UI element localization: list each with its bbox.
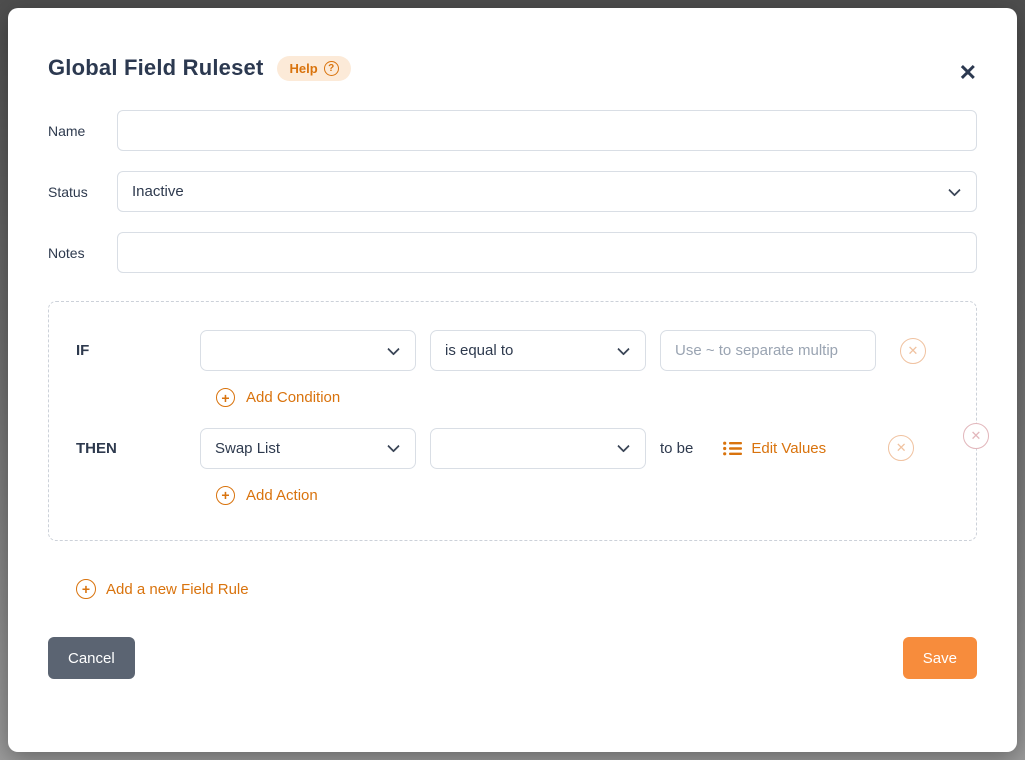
then-label: THEN bbox=[76, 440, 200, 457]
add-field-rule-label: Add a new Field Rule bbox=[106, 581, 249, 598]
dialog-footer: Cancel Save bbox=[48, 637, 977, 679]
add-action-label: Add Action bbox=[246, 487, 318, 504]
status-select[interactable]: Inactive bbox=[117, 171, 977, 212]
edit-values-button[interactable]: Edit Values bbox=[723, 440, 826, 457]
remove-action-icon[interactable]: ✕ bbox=[888, 435, 914, 461]
close-icon[interactable]: ✕ bbox=[959, 62, 977, 84]
action-type-value: Swap List bbox=[215, 440, 280, 457]
if-label: IF bbox=[76, 342, 200, 359]
help-button[interactable]: Help ? bbox=[277, 56, 350, 81]
cancel-button[interactable]: Cancel bbox=[48, 637, 135, 679]
condition-operator-select[interactable]: is equal to bbox=[430, 330, 646, 371]
circle-plus-icon: + bbox=[216, 486, 235, 505]
name-input[interactable] bbox=[117, 110, 977, 151]
chevron-down-icon bbox=[617, 440, 630, 453]
name-label: Name bbox=[48, 123, 117, 139]
then-row: THEN Swap List to be Edit Values bbox=[49, 428, 976, 469]
action-type-select[interactable]: Swap List bbox=[200, 428, 416, 469]
add-field-rule-button[interactable]: + Add a new Field Rule bbox=[76, 579, 249, 599]
chevron-down-icon bbox=[948, 183, 961, 196]
notes-label: Notes bbox=[48, 245, 117, 261]
chevron-down-icon bbox=[387, 440, 400, 453]
notes-row: Notes bbox=[48, 232, 977, 273]
action-target-select[interactable] bbox=[430, 428, 646, 469]
edit-values-label: Edit Values bbox=[751, 440, 826, 457]
to-be-label: to be bbox=[660, 440, 693, 457]
condition-field-select[interactable] bbox=[200, 330, 416, 371]
condition-value-input[interactable] bbox=[660, 330, 876, 371]
page-title: Global Field Ruleset bbox=[48, 55, 263, 81]
help-question-icon: ? bbox=[324, 61, 339, 76]
status-row: Status Inactive bbox=[48, 171, 977, 212]
dialog-header: Global Field Ruleset Help ? bbox=[48, 55, 977, 81]
chevron-down-icon bbox=[617, 342, 630, 355]
notes-input[interactable] bbox=[117, 232, 977, 273]
save-button[interactable]: Save bbox=[903, 637, 977, 679]
add-action-button[interactable]: + Add Action bbox=[216, 486, 318, 505]
condition-operator-value: is equal to bbox=[445, 342, 513, 359]
field-rule-card: IF is equal to ✕ + Add Condition THEN Sw… bbox=[48, 301, 977, 541]
help-label: Help bbox=[289, 61, 317, 76]
global-field-ruleset-dialog: Global Field Ruleset Help ? ✕ Name Statu… bbox=[8, 8, 1017, 752]
circle-plus-icon: + bbox=[216, 388, 235, 407]
remove-rule-icon[interactable]: ✕ bbox=[963, 423, 989, 449]
circle-plus-icon: + bbox=[76, 579, 96, 599]
remove-condition-icon[interactable]: ✕ bbox=[900, 338, 926, 364]
add-condition-button[interactable]: + Add Condition bbox=[216, 388, 340, 407]
chevron-down-icon bbox=[387, 342, 400, 355]
status-label: Status bbox=[48, 184, 117, 200]
status-selected-value: Inactive bbox=[132, 183, 184, 200]
if-row: IF is equal to ✕ bbox=[49, 330, 976, 371]
add-condition-label: Add Condition bbox=[246, 389, 340, 406]
name-row: Name bbox=[48, 110, 977, 151]
list-icon bbox=[723, 441, 742, 456]
